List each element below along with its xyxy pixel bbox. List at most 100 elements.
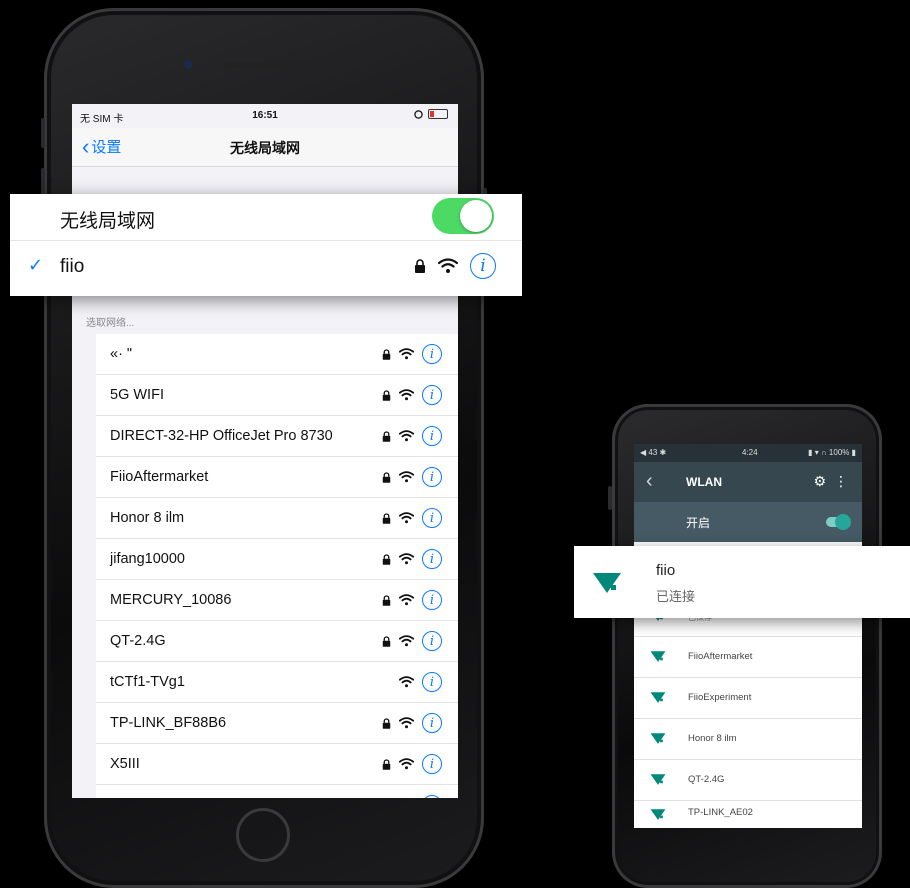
- ios-nav-bar: ‹ 设置 无线局域网: [72, 128, 458, 167]
- android-status-bar: ◀ 43 ✱ 4:24 ▮ ▾ ∩ 100% ▮: [634, 444, 862, 462]
- battery-icon: [428, 109, 448, 119]
- ios-status-bar: 无 SIM 卡 16:51: [72, 104, 458, 128]
- wifi-toggle[interactable]: [432, 198, 494, 234]
- wifi-icon: [399, 676, 414, 688]
- info-icon[interactable]: i: [422, 590, 442, 610]
- network-name: FiioAftermarket: [110, 469, 209, 485]
- network-row[interactable]: tCTf1-TVg1 i: [96, 662, 458, 703]
- lock-icon: [382, 389, 391, 401]
- gear-icon[interactable]: ⚙: [813, 473, 826, 490]
- network-name: X5III: [110, 756, 140, 772]
- network-row[interactable]: TP-LINK_BF88B6 i: [96, 703, 458, 744]
- back-arrow-icon[interactable]: ‹: [646, 470, 653, 493]
- lock-icon: [415, 259, 425, 273]
- network-name: zhibo1000: [96, 797, 382, 798]
- network-icons: i: [382, 549, 442, 569]
- lock-icon: [382, 553, 391, 565]
- info-icon[interactable]: i: [422, 795, 442, 798]
- info-icon[interactable]: i: [422, 713, 442, 733]
- network-row[interactable]: DIRECT-32-HP OfficeJet Pro 8730 i: [96, 416, 458, 457]
- android-network-row[interactable]: QT-2.4G: [634, 760, 862, 801]
- wifi-icon: [399, 389, 414, 401]
- more-vert-icon[interactable]: ⋮: [834, 473, 848, 490]
- network-icons: i: [382, 426, 442, 446]
- network-name: jifang10000: [110, 551, 185, 567]
- network-row[interactable]: jifang10000 i: [96, 539, 458, 580]
- connected-network-name: fiio: [656, 562, 676, 579]
- info-icon[interactable]: i: [422, 385, 442, 405]
- clock: 16:51: [252, 110, 278, 121]
- connected-status: 已连接: [656, 589, 696, 604]
- connected-network-row[interactable]: ✓ fiio i: [10, 241, 522, 295]
- info-icon[interactable]: i: [422, 631, 442, 651]
- network-row[interactable]: 5G WIFI i: [96, 375, 458, 416]
- connected-network-icons: i: [414, 253, 496, 279]
- status-right: ▮ ▾ ∩ 100% ▮: [808, 448, 856, 457]
- network-icons: i: [382, 795, 442, 798]
- network-row[interactable]: FiioAftermarket i: [96, 457, 458, 498]
- network-icons: i: [399, 672, 442, 692]
- network-row[interactable]: «· " i: [96, 334, 458, 375]
- android-network-row[interactable]: FiioAftermarket: [634, 637, 862, 678]
- android-network-name: FiioExperiment: [688, 692, 752, 703]
- info-icon[interactable]: i: [422, 754, 442, 774]
- page-title: 无线局域网: [230, 140, 300, 156]
- android-network-name: TP-LINK_AE02: [688, 807, 753, 818]
- info-icon[interactable]: i: [422, 508, 442, 528]
- choose-network-label: 选取网络...: [86, 318, 135, 329]
- wifi-toggle-label: 无线局域网: [60, 211, 156, 232]
- network-icons: i: [382, 713, 442, 733]
- network-row[interactable]: X5III i: [96, 744, 458, 785]
- network-name: tCTf1-TVg1: [110, 674, 185, 690]
- network-name: DIRECT-32-HP OfficeJet Pro 8730: [110, 428, 333, 444]
- wifi-signal-icon: [650, 651, 666, 662]
- info-icon[interactable]: i: [470, 253, 496, 279]
- android-network-row[interactable]: Honor 8 ilm: [634, 719, 862, 760]
- switch-label: 开启: [686, 516, 711, 530]
- info-icon[interactable]: i: [422, 672, 442, 692]
- info-icon[interactable]: i: [422, 467, 442, 487]
- status-left: ◀ 43 ✱: [640, 448, 667, 457]
- info-icon[interactable]: i: [422, 426, 442, 446]
- network-row[interactable]: Honor 8 ilm i: [96, 498, 458, 539]
- info-icon[interactable]: i: [422, 549, 442, 569]
- network-row[interactable]: QT-2.4G i: [96, 621, 458, 662]
- wifi-icon: [399, 471, 414, 483]
- network-row[interactable]: zhibo1000 i: [96, 785, 458, 798]
- network-row[interactable]: MERCURY_10086 i: [96, 580, 458, 621]
- wifi-icon: [438, 258, 458, 273]
- android-network-row[interactable]: TP-LINK_AE02: [634, 801, 862, 821]
- wifi-icon: [399, 758, 414, 770]
- network-list: «· " i 5G WIFI i DIRECT-32-HP OfficeJet Pro …: [96, 334, 458, 798]
- network-name: Honor 8 ilm: [110, 510, 185, 526]
- player-side-button: [608, 486, 612, 510]
- status-time: 4:24: [742, 448, 758, 457]
- network-name: 5G WIFI: [110, 387, 164, 403]
- network-icons: i: [382, 754, 442, 774]
- network-icons: i: [382, 385, 442, 405]
- wifi-icon: [399, 635, 414, 647]
- wifi-signal-icon: [650, 774, 666, 785]
- android-network-name: Honor 8 ilm: [688, 733, 737, 744]
- android-network-name: FiioAftermarket: [688, 651, 753, 662]
- network-icons: i: [382, 631, 442, 651]
- wifi-icon: [399, 348, 414, 360]
- info-icon[interactable]: i: [422, 344, 442, 364]
- lock-icon: [382, 758, 391, 770]
- lock-icon: [382, 594, 391, 606]
- home-button[interactable]: [236, 808, 290, 862]
- wlan-switch[interactable]: [826, 514, 851, 530]
- connected-network-name: fiio: [60, 256, 85, 277]
- android-screen: ◀ 43 ✱ 4:24 ▮ ▾ ∩ 100% ▮ ‹ WLAN ⚙ ⋮ 开启 F…: [634, 444, 862, 828]
- android-connected-card[interactable]: fiio 已连接: [574, 546, 910, 618]
- android-toolbar: ‹ WLAN ⚙ ⋮: [634, 462, 862, 502]
- android-network-row[interactable]: FiioExperiment: [634, 678, 862, 719]
- lock-icon: [382, 430, 391, 442]
- ios-wifi-card: 无线局域网 ✓ fiio i: [10, 194, 522, 296]
- toolbar-title: WLAN: [686, 475, 722, 489]
- android-network-list: FiiO-Test已保存FiioAftermarketFiioExperimen…: [634, 596, 862, 821]
- front-camera: [184, 60, 193, 69]
- wlan-switch-bar: 开启: [634, 502, 862, 542]
- wifi-signal-icon: [650, 733, 666, 744]
- wifi-signal-icon: [650, 692, 666, 703]
